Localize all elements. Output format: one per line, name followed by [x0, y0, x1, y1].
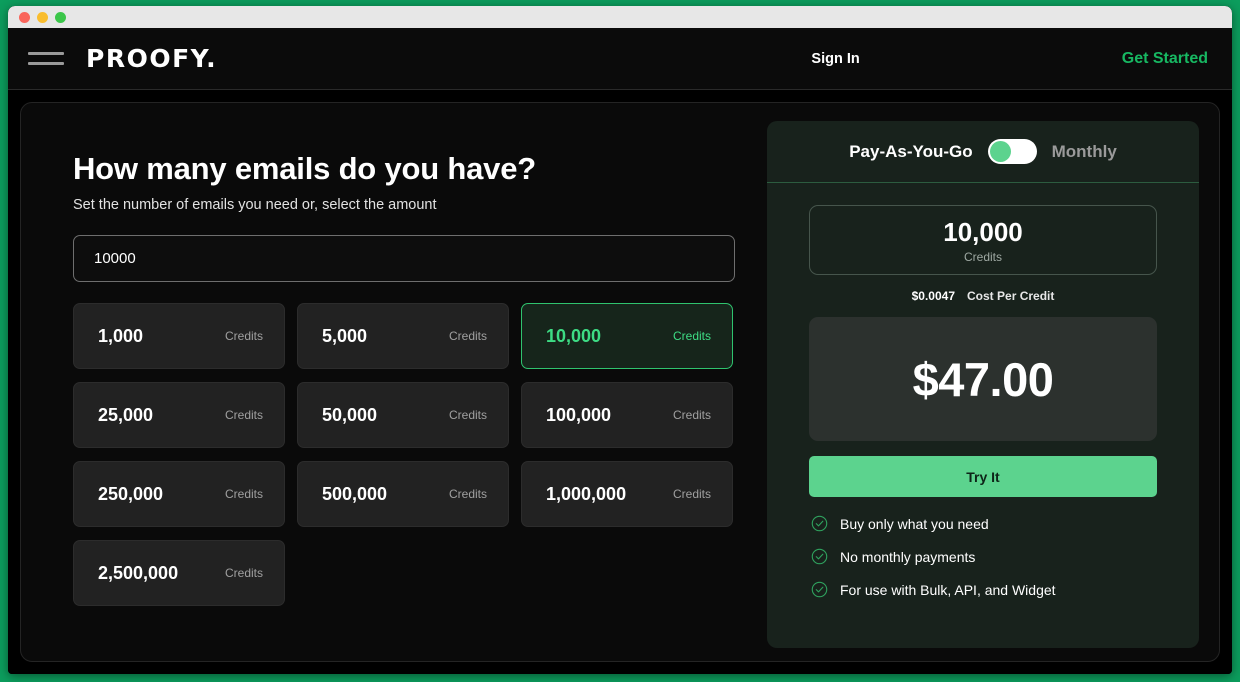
billing-toggle-knob [989, 141, 1011, 162]
check-circle-icon [811, 548, 828, 565]
credit-option-label: Credits [224, 566, 263, 580]
credit-option-value: 1,000 [98, 325, 144, 346]
credit-option-25000[interactable]: 25,000 Credits [73, 382, 285, 448]
credit-option-label: Credits [672, 408, 711, 422]
header-nav: Sign In Get Started [811, 50, 1208, 68]
window-titlebar [8, 6, 1232, 28]
page-title: How many emails do you have? [73, 151, 536, 186]
sign-in-link[interactable]: Sign In [811, 51, 859, 67]
credit-option-5000[interactable]: 5,000 Credits [297, 303, 509, 369]
credit-option-500000[interactable]: 500,000 Credits [297, 461, 509, 527]
feature-item: Buy only what you need [811, 515, 1157, 532]
billing-toggle-label-payg[interactable]: Pay-As-You-Go [849, 142, 972, 162]
minimize-window-button[interactable] [37, 11, 48, 23]
cost-per-credit-label: Cost Per Credit [967, 289, 1055, 303]
credit-option-1000000[interactable]: 1,000,000 Credits [521, 461, 733, 527]
billing-toggle-switch[interactable] [987, 139, 1037, 164]
credit-option-100000[interactable]: 100,000 Credits [521, 382, 733, 448]
credit-option-10000[interactable]: 10,000 Credits [521, 303, 733, 369]
billing-toggle-label-monthly[interactable]: Monthly [1052, 142, 1117, 162]
billing-toggle-row: Pay-As-You-Go Monthly [767, 121, 1199, 183]
feature-text: Buy only what you need [840, 515, 989, 532]
email-amount-input[interactable] [73, 235, 735, 282]
page-subtitle: Set the number of emails you need or, se… [73, 197, 437, 213]
credit-option-50000[interactable]: 50,000 Credits [297, 382, 509, 448]
cost-per-credit-value: $0.0047 [911, 289, 956, 303]
maximize-window-button[interactable] [55, 11, 66, 23]
credit-option-value: 5,000 [322, 325, 368, 346]
close-window-button[interactable] [19, 11, 30, 23]
credit-option-label: Credits [224, 408, 263, 422]
browser-window: PROOFY. Sign In Get Started How many ema… [8, 6, 1232, 674]
brand-logo[interactable]: PROOFY. [86, 44, 217, 73]
site-header: PROOFY. Sign In Get Started [8, 28, 1232, 90]
credit-option-1000[interactable]: 1,000 Credits [73, 303, 285, 369]
try-it-button[interactable]: Try It [809, 456, 1157, 497]
get-started-link[interactable]: Get Started [1122, 50, 1208, 68]
credit-option-value: 1,000,000 [546, 483, 627, 504]
credit-option-label: Credits [448, 487, 487, 501]
credit-option-label: Credits [672, 487, 711, 501]
credit-option-value: 250,000 [98, 483, 164, 504]
pricing-summary-body: 10,000 Credits $0.0047 Cost Per Credit $… [767, 183, 1199, 598]
credit-option-label: Credits [672, 329, 711, 343]
check-circle-icon [811, 581, 828, 598]
pricing-content-card: How many emails do you have? Set the num… [20, 102, 1220, 662]
credit-option-label: Credits [448, 408, 487, 422]
check-circle-icon [811, 515, 828, 532]
credits-amount: 10,000 [943, 216, 1023, 247]
feature-item: For use with Bulk, API, and Widget [811, 581, 1157, 598]
feature-list: Buy only what you need No monthly paymen… [809, 515, 1157, 598]
total-price-box: $47.00 [809, 317, 1157, 441]
feature-text: For use with Bulk, API, and Widget [840, 581, 1056, 598]
credit-option-value: 10,000 [546, 325, 602, 346]
credit-option-value: 50,000 [322, 404, 378, 425]
credit-option-2500000[interactable]: 2,500,000 Credits [73, 540, 285, 606]
feature-text: No monthly payments [840, 548, 976, 565]
credit-option-value: 100,000 [546, 404, 612, 425]
credit-option-value: 500,000 [322, 483, 388, 504]
hamburger-icon[interactable] [28, 48, 64, 70]
total-price-value: $47.00 [912, 352, 1054, 406]
credit-option-label: Credits [448, 329, 487, 343]
credit-option-label: Credits [224, 487, 263, 501]
credit-option-label: Credits [224, 329, 263, 343]
credit-selector-section: How many emails do you have? Set the num… [49, 133, 739, 641]
credits-caption: Credits [963, 249, 1002, 264]
credit-option-value: 2,500,000 [98, 562, 179, 583]
credits-summary-box: 10,000 Credits [809, 205, 1157, 275]
cost-per-credit-row: $0.0047 Cost Per Credit [809, 289, 1157, 303]
credit-option-250000[interactable]: 250,000 Credits [73, 461, 285, 527]
feature-item: No monthly payments [811, 548, 1157, 565]
credit-option-value: 25,000 [98, 404, 154, 425]
pricing-summary-panel: Pay-As-You-Go Monthly 10,000 Credits $0.… [767, 121, 1199, 648]
credit-options-grid: 1,000 Credits 5,000 Credits 10,000 Credi… [73, 303, 735, 606]
page-body: How many emails do you have? Set the num… [8, 90, 1232, 674]
